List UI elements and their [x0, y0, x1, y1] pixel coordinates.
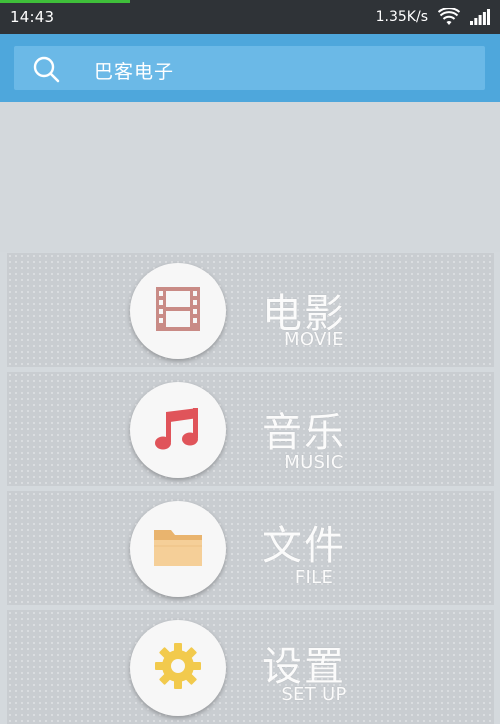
music-button[interactable]	[130, 382, 226, 478]
status-indicators: 1.35K/s	[376, 6, 490, 28]
menu-label-en: SET UP	[281, 684, 347, 705]
wifi-icon	[438, 8, 460, 26]
search-icon[interactable]	[32, 55, 60, 83]
status-bar: 14:43 1.35K/s	[0, 0, 500, 34]
network-speed: 1.35K/s	[375, 9, 428, 25]
menu-label-zh: 音乐	[262, 410, 346, 456]
menu-item-settings[interactable]: 设置 SET UP	[7, 610, 494, 724]
search-input[interactable]: 巴客电子	[94, 57, 174, 84]
menu-item-file[interactable]: 文件 FILE	[7, 491, 494, 605]
movie-button[interactable]	[130, 263, 226, 359]
signal-bars-icon	[470, 9, 490, 25]
menu-label-en: MOVIE	[284, 329, 344, 350]
menu-label-zh: 文件	[262, 523, 346, 569]
load-progress-bar	[0, 0, 130, 3]
music-note-icon	[152, 402, 204, 458]
menu-label-en: FILE	[294, 567, 334, 588]
film-icon	[152, 283, 204, 339]
banner-area	[0, 102, 500, 252]
search-header: 巴客电子	[0, 34, 500, 102]
settings-button[interactable]	[130, 620, 226, 716]
menu-label-en: MUSIC	[284, 452, 344, 473]
menu-item-music[interactable]: 音乐 MUSIC	[7, 372, 494, 486]
status-time: 14:43	[10, 8, 55, 26]
search-bar[interactable]: 巴客电子	[14, 46, 485, 90]
folder-icon	[151, 524, 205, 574]
file-button[interactable]	[130, 501, 226, 597]
gear-icon	[152, 640, 204, 696]
menu-item-movie[interactable]: 电影 MOVIE	[7, 253, 494, 367]
